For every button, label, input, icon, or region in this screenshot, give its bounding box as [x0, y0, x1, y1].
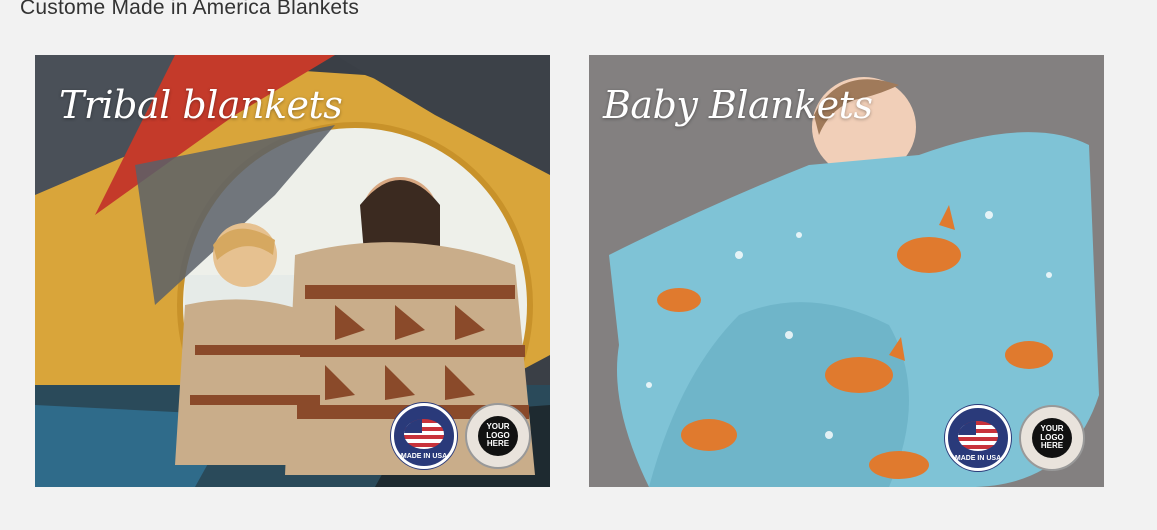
- custom-logo-badge: YOUR LOGO HERE: [1019, 405, 1085, 471]
- page-title: Custome Made in America Blankets: [20, 0, 360, 19]
- category-card-tribal-blankets[interactable]: Tribal blankets MADE IN USA YOUR LOGO HE…: [35, 55, 550, 487]
- made-in-usa-badge: MADE IN USA: [945, 405, 1011, 471]
- us-flag-icon: [404, 419, 444, 449]
- made-in-usa-badge: MADE IN USA: [391, 403, 457, 469]
- category-card-baby-blankets[interactable]: Baby Blankets MADE IN USA YOUR LOGO HERE: [589, 55, 1104, 487]
- us-flag-icon: [958, 421, 998, 451]
- logo-placeholder: YOUR LOGO HERE: [478, 416, 518, 456]
- card-title: Baby Blankets: [603, 83, 873, 127]
- card-title: Tribal blankets: [59, 83, 343, 127]
- badge-label: MADE IN USA: [954, 455, 1002, 462]
- logo-placeholder: YOUR LOGO HERE: [1032, 418, 1072, 458]
- custom-logo-badge: YOUR LOGO HERE: [465, 403, 531, 469]
- badge-label: MADE IN USA: [400, 453, 448, 460]
